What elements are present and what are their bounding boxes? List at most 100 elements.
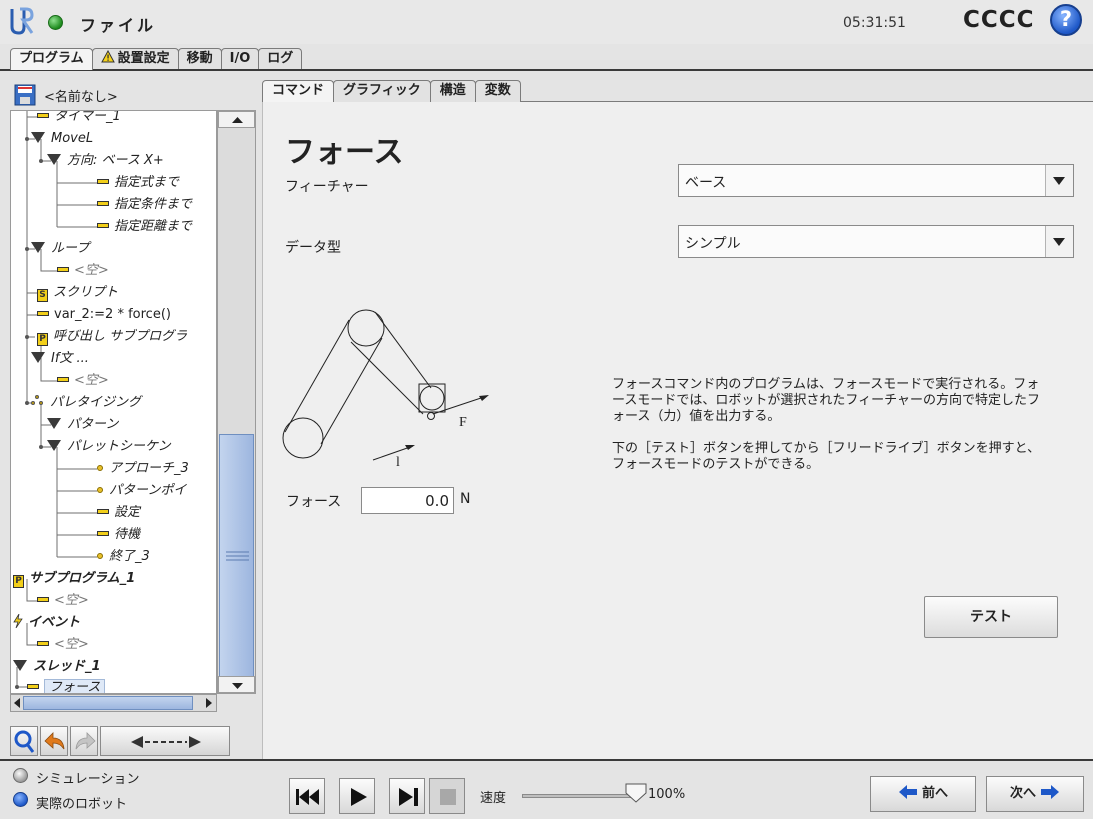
scroll-down-button[interactable] [218,676,255,693]
tree-item-movel[interactable]: MoveL [31,128,93,150]
chevron-down-icon[interactable] [1045,165,1073,196]
tree-item-exit[interactable]: 終了_3 [97,546,150,568]
tree-item-pattern-point[interactable]: パターンポイ [97,480,186,502]
tree-item-script[interactable]: S スクリプト [37,282,118,304]
waypoint-icon [97,487,103,493]
scroll-thumb[interactable] [219,434,254,677]
tree-item-until-distance[interactable]: 指定距離まで [97,216,192,238]
tab-io[interactable]: I/O [220,48,260,70]
tree-item-label: <空> [74,263,109,278]
tab-underline [0,69,1093,71]
tree-item-thread[interactable]: スレッド_1 [13,656,101,678]
tree-item-set[interactable]: 設定 [97,502,140,524]
tree-item-label: 設定 [114,505,141,520]
play-button[interactable] [339,778,375,814]
simulation-radio[interactable] [13,768,28,783]
tree-item-palletizing[interactable]: パレタイジング [31,392,141,414]
previous-button[interactable]: 前へ [870,776,976,812]
tree-item-label: <空> [54,593,89,608]
tree-item-pallet-sequence[interactable]: パレットシーケン [47,436,171,458]
tab-command[interactable]: コマンド [262,80,335,102]
command-icon [97,509,109,514]
tree-item-label: 指定条件まで [114,197,193,212]
step-button[interactable] [389,778,425,814]
tree-item-empty[interactable]: <空> [57,260,109,282]
program-tree[interactable]: タイマー_1 MoveL 方向: ベース X+ 指定式まで 指定条件まで 指定距… [10,110,217,694]
tree-item-force[interactable]: フォース [27,677,106,693]
tree-item-label: パターンポイ [109,483,187,498]
tree-item-label: 指定距離まで [114,219,193,234]
tree-item-if[interactable]: If文 ... [31,348,89,370]
loop-triangle-icon [31,242,45,253]
command-icon [37,641,49,646]
tree-item-empty[interactable]: <空> [37,590,89,612]
tree-item-approach[interactable]: アプローチ_3 [97,458,189,480]
if-triangle-icon [31,352,45,363]
tree-item-empty[interactable]: <空> [57,370,109,392]
panel-resize-button[interactable] [100,726,230,756]
feature-select[interactable]: ベース [678,164,1074,197]
tree-item-loop[interactable]: ループ [31,238,89,260]
tree-horizontal-scrollbar[interactable] [10,694,217,712]
data-type-value: シンプル [685,236,741,252]
tab-graphics[interactable]: グラフィック [333,80,431,102]
tree-item-label: 呼び出し サブプログラ [53,329,188,344]
force-unit: N [460,491,471,507]
tab-installation[interactable]: 設置設定 [91,48,179,70]
horizontal-scroll-thumb[interactable] [23,696,193,710]
tree-item-timer[interactable]: タイマー_1 [37,111,121,128]
redo-button[interactable] [70,726,98,756]
command-icon [27,684,39,689]
main-tabs: プログラム 設置設定 移動 I/O ログ [10,48,303,70]
grip-icon [226,551,249,561]
warning-icon [100,50,115,63]
search-icon [14,730,35,753]
speed-slider-thumb[interactable] [624,783,648,803]
tree-item-empty[interactable]: <空> [37,634,89,656]
tree-item-pattern[interactable]: パターン [47,414,118,436]
arrow-left-icon[interactable] [12,697,22,709]
tree-item-assignment[interactable]: var_2:=2 * force() [37,304,171,326]
tree-item-direction[interactable]: 方向: ベース X+ [47,150,164,172]
command-icon [57,377,69,382]
next-button[interactable]: 次へ [986,776,1084,812]
real-robot-radio[interactable] [13,792,28,807]
speed-slider[interactable] [522,794,640,798]
tree-item-until-expression[interactable]: 指定式まで [97,172,179,194]
tree-vertical-scrollbar[interactable] [217,110,256,694]
tab-variables[interactable]: 変数 [474,80,521,102]
scroll-up-button[interactable] [218,111,255,128]
test-button[interactable]: テスト [924,596,1058,638]
arrow-down-icon [232,683,243,689]
tree-item-subprogram[interactable]: P サブプログラム_1 [13,568,135,590]
tree-item-wait[interactable]: 待機 [97,524,140,546]
tree-item-call-subprogram[interactable]: P 呼び出し サブプログラ [37,326,187,348]
tree-item-until-condition[interactable]: 指定条件まで [97,194,192,216]
search-button[interactable] [10,726,38,756]
help-button[interactable]: ? [1050,4,1082,36]
force-input[interactable]: 0.0 [361,487,454,514]
stop-button[interactable] [429,778,465,814]
data-type-select[interactable]: シンプル [678,225,1074,258]
next-label: 次へ [1009,786,1036,801]
step-icon [399,788,418,806]
arrow-right-icon[interactable] [204,697,214,709]
undo-button[interactable] [40,726,68,756]
command-icon [97,179,109,184]
tab-structure[interactable]: 構造 [429,80,476,102]
file-menu[interactable]: ファイル [80,12,156,36]
save-icon[interactable] [14,84,36,106]
command-icon [57,267,69,272]
force-label: フォース [286,494,342,510]
tab-program[interactable]: プログラム [10,48,93,70]
tab-move[interactable]: 移動 [177,48,222,70]
tree-item-label: 終了_3 [109,549,150,564]
sub-tabs: コマンド グラフィック 構造 変数 [262,80,521,102]
tab-label: I/O [229,51,251,66]
chevron-down-icon[interactable] [1045,226,1073,257]
tree-item-event[interactable]: イベント [13,612,80,634]
tree-item-label: サブプログラム_1 [29,571,136,586]
top-bar: ファイル 05:31:51 CCCC ? [0,0,1093,44]
tab-log[interactable]: ログ [258,48,303,70]
rewind-button[interactable] [289,778,325,814]
